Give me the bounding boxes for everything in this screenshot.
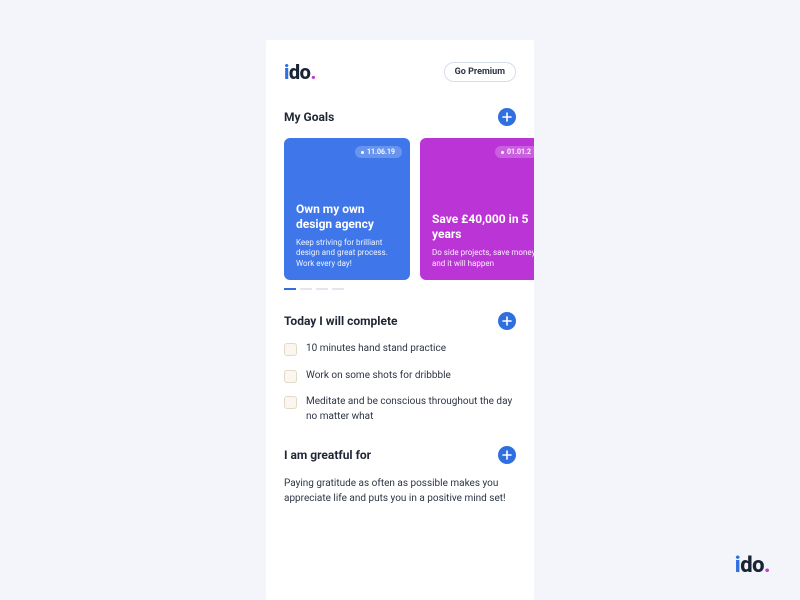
corner-logo: ido. [735,553,770,578]
today-header: Today I will complete [284,312,516,330]
app-screen: ido. Go Premium My Goals 11.06.19 Own my… [266,40,534,600]
todo-label: Meditate and be conscious throughout the… [306,395,516,424]
todo-item[interactable]: Meditate and be conscious throughout the… [284,395,516,424]
add-task-button[interactable] [498,312,516,330]
goal-card-body: Save £40,000 in 5 years Do side projects… [432,212,534,270]
plus-icon [502,450,512,460]
today-title: Today I will complete [284,314,398,328]
pager-dot[interactable] [332,288,344,290]
logo-period: . [310,60,315,84]
todo-item[interactable]: 10 minutes hand stand practice [284,342,516,357]
plus-icon [502,316,512,326]
checkbox[interactable] [284,343,297,356]
app-logo: ido. [284,60,316,84]
grateful-title: I am greatful for [284,448,371,462]
goal-date-badge: 01.01.2 [495,146,534,158]
dot-icon [501,151,504,154]
goal-card-title: Save £40,000 in 5 years [432,212,534,242]
goal-card-subtitle: Keep striving for brilliant design and g… [296,238,400,270]
dot-icon [361,151,364,154]
pager-dot[interactable] [316,288,328,290]
todo-label: 10 minutes hand stand practice [306,342,446,357]
logo-text: do [289,60,311,84]
go-premium-button[interactable]: Go Premium [444,62,516,82]
checkbox[interactable] [284,396,297,409]
goal-date-badge: 11.06.19 [355,146,402,158]
goal-cards[interactable]: 11.06.19 Own my own design agency Keep s… [284,138,534,280]
goals-header: My Goals [284,108,516,126]
goal-card-subtitle: Do side projects, save money and it will… [432,248,534,270]
goals-section: My Goals 11.06.19 Own my own design agen… [284,108,516,290]
add-goal-button[interactable] [498,108,516,126]
goal-pager[interactable] [284,288,516,290]
logo-text: do [740,553,764,578]
goal-date: 01.01.2 [507,148,531,156]
grateful-section: I am greatful for Paying gratitude as of… [284,446,516,506]
today-section: Today I will complete 10 minutes hand st… [284,312,516,424]
grateful-body: Paying gratitude as often as possible ma… [284,476,516,506]
checkbox[interactable] [284,370,297,383]
todo-label: Work on some shots for dribbble [306,369,451,384]
add-gratitude-button[interactable] [498,446,516,464]
todo-item[interactable]: Work on some shots for dribbble [284,369,516,384]
goal-card[interactable]: 11.06.19 Own my own design agency Keep s… [284,138,410,280]
plus-icon [502,112,512,122]
goal-card-body: Own my own design agency Keep striving f… [296,202,400,270]
todo-list: 10 minutes hand stand practice Work on s… [284,342,516,424]
pager-dot[interactable] [284,288,296,290]
top-bar: ido. Go Premium [284,60,516,84]
goal-card-title: Own my own design agency [296,202,400,232]
logo-period: . [764,553,770,578]
grateful-header: I am greatful for [284,446,516,464]
goal-card[interactable]: 01.01.2 Save £40,000 in 5 years Do side … [420,138,534,280]
pager-dot[interactable] [300,288,312,290]
goals-title: My Goals [284,110,334,124]
goal-date: 11.06.19 [367,148,395,156]
